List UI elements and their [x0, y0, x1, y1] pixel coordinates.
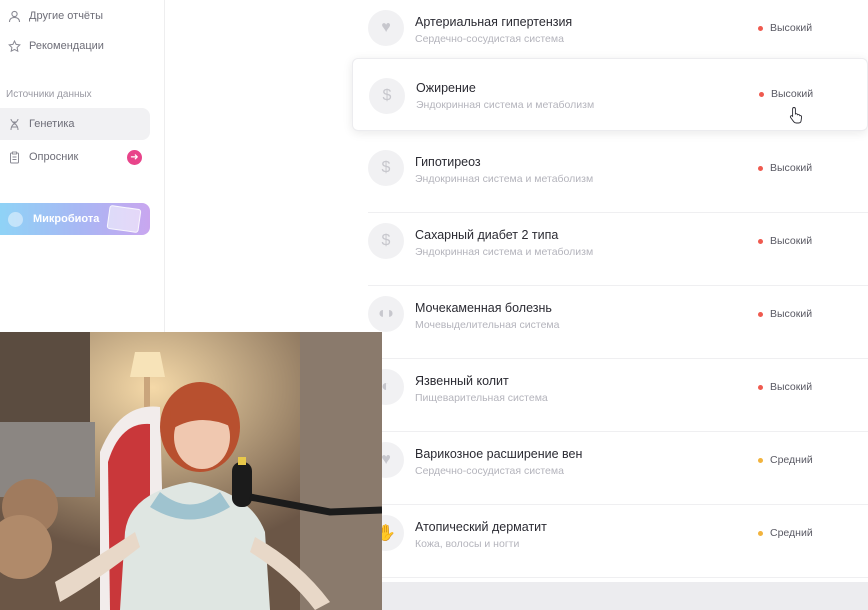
risk-label: Высокий	[770, 235, 813, 247]
risk-dot	[758, 238, 763, 244]
disease-row[interactable]: ♥ Варикозное расширение вен Сердечно-сос…	[368, 432, 868, 505]
risk-indicator: Высокий	[758, 22, 812, 34]
disease-title: Варикозное расширение вен	[415, 447, 583, 461]
disease-system: Мочевыделительная система	[415, 319, 560, 331]
disease-title: Артериальная гипертензия	[415, 15, 573, 29]
data-sources-heading: Источники данных	[6, 89, 92, 100]
risk-dot	[758, 530, 763, 536]
risk-indicator: Высокий	[759, 88, 813, 100]
risk-indicator: Высокий	[758, 381, 812, 393]
risk-dot	[758, 384, 763, 390]
risk-label: Высокий	[770, 162, 813, 174]
risk-indicator: Высокий	[758, 162, 812, 174]
disease-title: Язвенный колит	[415, 374, 509, 388]
disease-row[interactable]: $ Сахарный диабет 2 типа Эндокринная сис…	[368, 213, 868, 286]
metabolism-icon: $	[369, 78, 405, 114]
disease-title: Мочекаменная болезнь	[415, 301, 552, 315]
disease-system: Эндокринная система и метаболизм	[416, 99, 595, 111]
risk-label: Высокий	[770, 381, 813, 393]
risk-label: Средний	[770, 527, 813, 539]
disease-system: Пищеварительная система	[415, 392, 548, 404]
sidebar-item-label: Другие отчёты	[29, 10, 103, 22]
metabolism-icon: $	[368, 150, 404, 186]
risk-indicator: Средний	[758, 527, 813, 539]
risk-dot	[758, 25, 763, 31]
disease-row[interactable]: ✋ Атопический дерматит Кожа, волосы и но…	[368, 505, 868, 578]
disease-system: Эндокринная система и метаболизм	[415, 246, 594, 258]
star-icon	[6, 38, 22, 54]
disease-system: Эндокринная система и метаболизм	[415, 173, 594, 185]
disease-row[interactable]: $ Гипотиреоз Эндокринная система и метаб…	[368, 140, 868, 213]
sidebar-item-genetics[interactable]: Генетика	[0, 108, 150, 140]
arrow-right-icon[interactable]: ➜	[127, 150, 142, 165]
clipboard-icon	[6, 149, 22, 165]
metabolism-icon: $	[368, 223, 404, 259]
risk-indicator: Высокий	[758, 308, 812, 320]
user-icon	[6, 8, 22, 24]
disease-title: Гипотиреоз	[415, 155, 481, 169]
microbiota-label: Микробиота	[33, 213, 100, 225]
sidebar-item-other-reports[interactable]: Другие отчёты	[0, 0, 150, 32]
webcam-overlay	[0, 332, 382, 610]
microbiota-card[interactable]: Микробиота	[0, 203, 150, 235]
sidebar-item-label: Опросник	[29, 151, 79, 163]
kidney-icon: ◖◗	[368, 296, 404, 332]
disease-system: Сердечно-сосудистая система	[415, 465, 564, 477]
disease-system: Сердечно-сосудистая система	[415, 33, 564, 45]
microbiota-icon	[8, 211, 23, 227]
disease-title: Сахарный диабет 2 типа	[415, 228, 559, 242]
disease-row[interactable]: ◖◗ Мочекаменная болезнь Мочевыделительна…	[368, 286, 868, 359]
risk-label: Высокий	[770, 22, 813, 34]
sidebar-item-label: Генетика	[29, 118, 75, 130]
risk-dot	[758, 311, 763, 317]
microbiota-kit-image	[106, 204, 142, 234]
disease-row[interactable]: ◐ Язвенный колит Пищеварительная система…	[368, 359, 868, 432]
risk-dot	[758, 165, 763, 171]
sidebar-item-questionnaire[interactable]: Опросник ➜	[0, 141, 150, 173]
risk-label: Высокий	[770, 308, 813, 320]
hand-cursor-icon	[789, 107, 803, 124]
dna-icon	[6, 116, 22, 132]
footer-bar	[382, 582, 868, 610]
risk-label: Высокий	[771, 88, 814, 100]
risk-label: Средний	[770, 454, 813, 466]
risk-indicator: Средний	[758, 454, 813, 466]
disease-system: Кожа, волосы и ногти	[415, 538, 520, 550]
sidebar-item-recommendations[interactable]: Рекомендации	[0, 30, 150, 62]
risk-dot	[759, 91, 764, 97]
risk-dot	[758, 457, 763, 463]
sidebar-item-label: Рекомендации	[29, 40, 104, 52]
disease-title: Ожирение	[416, 81, 476, 95]
risk-indicator: Высокий	[758, 235, 812, 247]
heart-icon: ♥	[368, 10, 404, 46]
disease-title: Атопический дерматит	[415, 520, 547, 534]
